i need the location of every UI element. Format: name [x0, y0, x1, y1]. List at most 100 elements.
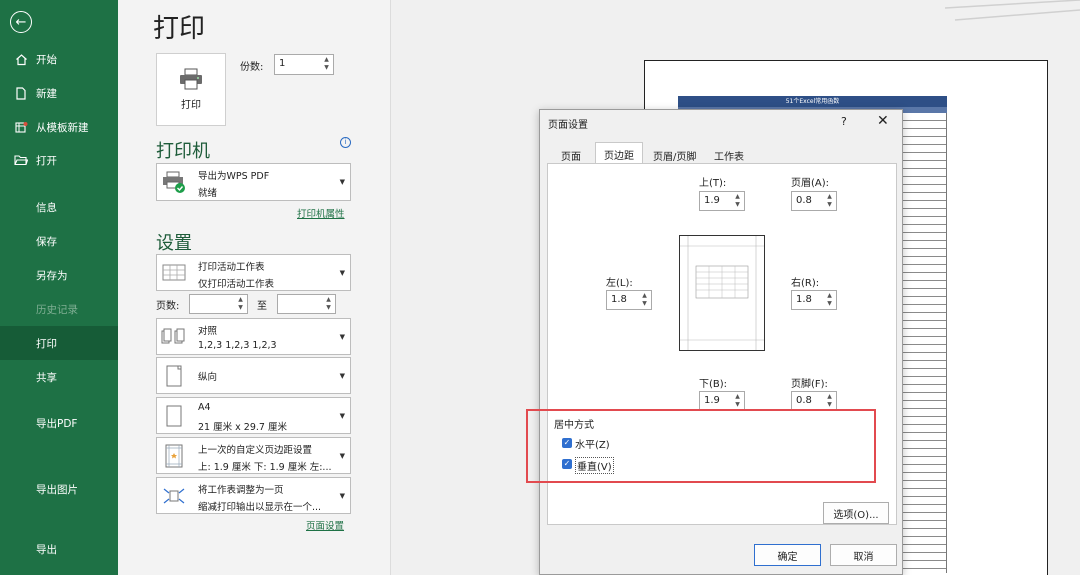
sidebar-item-export[interactable]: 导出 [0, 532, 118, 566]
sidebar-item-label: 另存为 [36, 269, 68, 282]
top-margin-input[interactable]: 1.9 ▲ ▼ [699, 191, 745, 211]
pages-label: 页数: [156, 301, 180, 312]
sidebar-item-label: 共享 [36, 371, 57, 384]
folder-open-icon [14, 153, 28, 167]
sidebar-item-print[interactable]: 打印 [0, 326, 118, 360]
header-margin-input[interactable]: 0.8 ▲ ▼ [791, 191, 837, 211]
sidebar-item-label: 打印 [36, 337, 57, 350]
home-icon [14, 52, 28, 66]
margins-select[interactable]: 上一次的自定义页边距设置 上: 1.9 厘米 下: 1.9 厘米 左:... ▼ [156, 437, 351, 474]
print-scope-desc: 仅打印活动工作表 [198, 279, 275, 290]
options-button[interactable]: 选项(O)... [823, 502, 889, 524]
footer-margin-value: 0.8 [796, 395, 812, 406]
sidebar-item-save-as[interactable]: 另存为 [0, 258, 118, 292]
tab-header-footer[interactable]: 页眉/页脚 [644, 143, 705, 164]
margin-preview-thumbnail [679, 235, 765, 351]
printer-status: 就绪 [198, 188, 218, 199]
highlight-box [526, 409, 876, 483]
info-icon[interactable]: i [340, 137, 351, 148]
sidebar: ← 开始 新建 从模板新建 打开 信息 保存 另存为 历史记录 打印 共享 导出… [0, 0, 118, 575]
spinner-arrows-icon[interactable]: ▲ ▼ [324, 296, 333, 312]
sidebar-item-label: 历史记录 [36, 303, 78, 316]
bottom-margin-value: 1.9 [704, 395, 720, 406]
paper-size-select[interactable]: A4 21 厘米 x 29.7 厘米 ▼ [156, 397, 351, 434]
sidebar-item-label: 导出 [36, 543, 57, 556]
sidebar-item-open[interactable]: 打开 [0, 143, 118, 177]
print-button[interactable]: 打印 [156, 53, 226, 126]
sidebar-item-template[interactable]: 从模板新建 [0, 110, 118, 144]
sidebar-item-info[interactable]: 信息 [0, 190, 118, 224]
page-to-label: 至 [257, 301, 267, 312]
chevron-down-icon: ▼ [339, 268, 345, 277]
paper-size-name: A4 [198, 402, 211, 413]
top-margin-value: 1.9 [704, 195, 720, 206]
tab-page[interactable]: 页面 [552, 143, 590, 164]
sidebar-item-export-pdf[interactable]: 导出PDF [0, 406, 118, 440]
bottom-margin-input[interactable]: 1.9 ▲ ▼ [699, 391, 745, 411]
sidebar-item-new[interactable]: 新建 [0, 76, 118, 110]
page-title: 打印 [153, 14, 206, 44]
sidebar-item-history: 历史记录 [0, 292, 118, 326]
page-setup-link[interactable]: 页面设置 [306, 518, 344, 532]
sidebar-item-label: 打开 [36, 154, 57, 167]
close-icon[interactable]: ✕ [877, 113, 889, 129]
print-scope-select[interactable]: 打印活动工作表 仅打印活动工作表 ▼ [156, 254, 351, 291]
cancel-button[interactable]: 取消 [830, 544, 897, 566]
chevron-down-icon: ▼ [339, 491, 345, 500]
collate-desc: 1,2,3 1,2,3 1,2,3 [198, 340, 277, 351]
print-scope-title: 打印活动工作表 [198, 262, 265, 273]
chevron-down-icon: ▼ [339, 411, 345, 420]
footer-margin-input[interactable]: 0.8 ▲ ▼ [791, 391, 837, 411]
margins-icon [161, 443, 187, 469]
paper-icon [161, 403, 187, 429]
worksheet-icon [161, 260, 187, 286]
sidebar-item-home[interactable]: 开始 [0, 42, 118, 76]
sidebar-item-share[interactable]: 共享 [0, 360, 118, 394]
sidebar-item-export-image[interactable]: 导出图片 [0, 472, 118, 506]
printer-select[interactable]: 导出为WPS PDF 就绪 ▼ [156, 163, 351, 201]
spinner-arrows-icon[interactable]: ▲ ▼ [733, 393, 742, 409]
spinner-arrows-icon[interactable]: ▲ ▼ [825, 292, 834, 308]
preview-sheet-title: 51个Excel常用函数 [678, 96, 947, 107]
printer-name: 导出为WPS PDF [198, 171, 270, 182]
back-arrow-icon[interactable]: ← [10, 11, 32, 33]
sidebar-item-label: 导出图片 [36, 483, 78, 496]
printer-ready-icon [161, 169, 187, 195]
scaling-select[interactable]: 将工作表调整为一页 缩减打印输出以显示在一个... ▼ [156, 477, 351, 514]
copies-label: 份数: [240, 62, 264, 73]
spinner-arrows-icon[interactable]: ▲ ▼ [825, 193, 834, 209]
left-margin-input[interactable]: 1.8 ▲ ▼ [606, 290, 652, 310]
ok-button[interactable]: 确定 [754, 544, 821, 566]
dialog-title: 页面设置 [548, 120, 588, 131]
spinner-arrows-icon[interactable]: ▲ ▼ [322, 56, 331, 72]
top-margin-label: 上(T): [699, 178, 727, 189]
sidebar-item-label: 从模板新建 [36, 121, 89, 134]
template-icon [14, 120, 28, 134]
sidebar-item-label: 保存 [36, 235, 57, 248]
right-margin-label: 右(R): [791, 278, 820, 289]
header-margin-value: 0.8 [796, 195, 812, 206]
margins-title: 上一次的自定义页边距设置 [198, 445, 313, 456]
printer-icon [180, 68, 202, 90]
spinner-arrows-icon[interactable]: ▲ ▼ [236, 296, 245, 312]
sidebar-item-label: 信息 [36, 201, 57, 214]
help-icon[interactable]: ? [841, 115, 847, 128]
chevron-down-icon: ▼ [339, 451, 345, 460]
sidebar-item-save[interactable]: 保存 [0, 224, 118, 258]
copies-stepper[interactable]: 1 ▲ ▼ [274, 54, 334, 75]
printer-properties-link[interactable]: 打印机属性 [297, 206, 345, 220]
spinner-arrows-icon[interactable]: ▲ ▼ [640, 292, 649, 308]
header-margin-label: 页眉(A): [791, 178, 830, 189]
portrait-page-icon [161, 363, 187, 389]
collate-select[interactable]: 对照 1,2,3 1,2,3 1,2,3 ▼ [156, 318, 351, 355]
orientation-select[interactable]: 纵向 ▼ [156, 357, 351, 394]
paper-size-dims: 21 厘米 x 29.7 厘米 [198, 422, 287, 433]
collate-title: 对照 [198, 326, 218, 337]
right-margin-input[interactable]: 1.8 ▲ ▼ [791, 290, 837, 310]
page-from-stepper[interactable]: ▲ ▼ [189, 294, 248, 314]
tab-sheet[interactable]: 工作表 [705, 143, 753, 164]
spinner-arrows-icon[interactable]: ▲ ▼ [825, 393, 834, 409]
spinner-arrows-icon[interactable]: ▲ ▼ [733, 193, 742, 209]
page-to-stepper[interactable]: ▲ ▼ [277, 294, 336, 314]
tab-margins[interactable]: 页边距 [595, 142, 643, 164]
